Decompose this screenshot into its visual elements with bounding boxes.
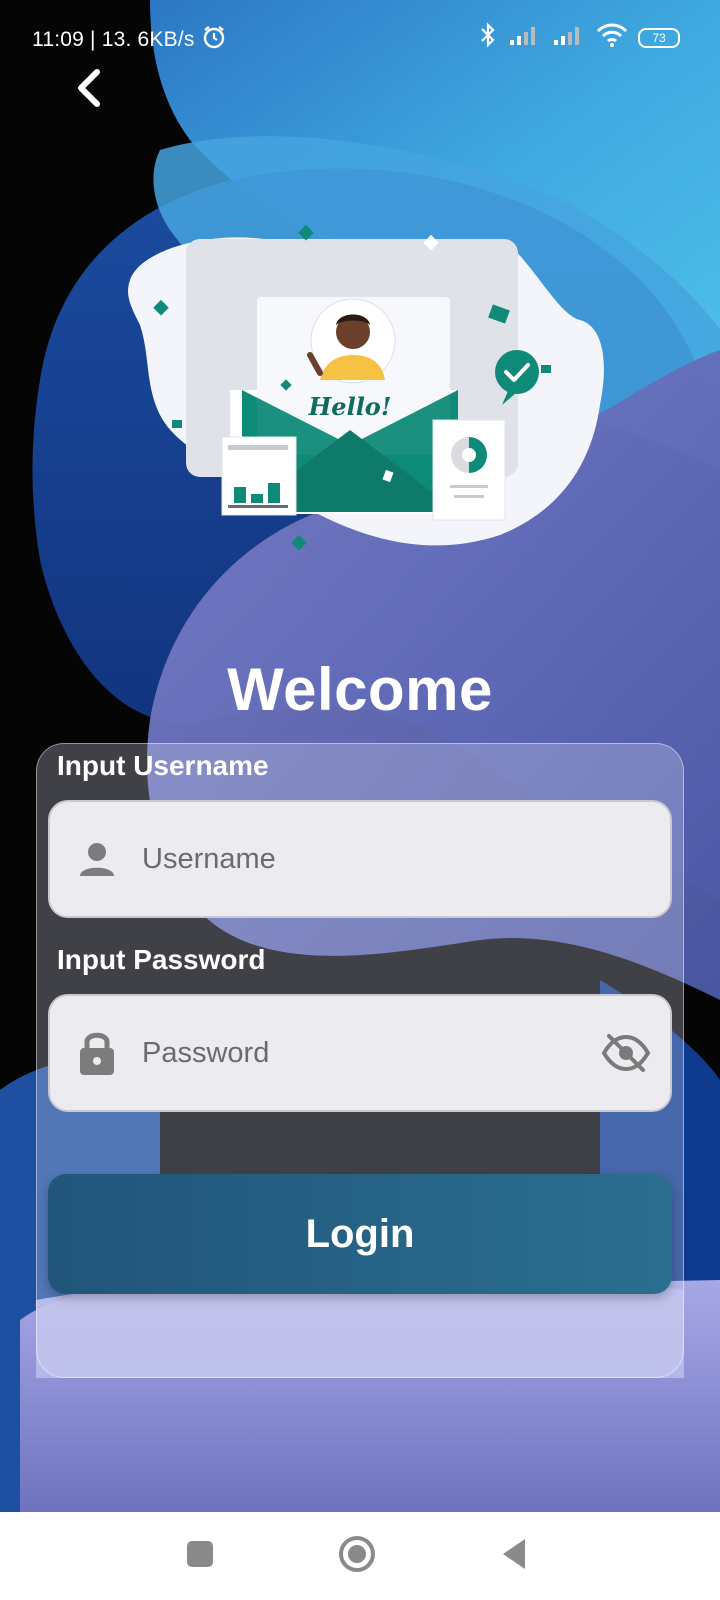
square-icon xyxy=(186,1540,214,1573)
username-input[interactable] xyxy=(140,841,670,877)
status-right: 73 xyxy=(478,22,680,53)
home-button[interactable] xyxy=(331,1530,383,1582)
nav-back-button[interactable] xyxy=(488,1530,540,1582)
password-input[interactable] xyxy=(140,1035,598,1071)
alarm-icon xyxy=(201,24,227,56)
chevron-left-icon xyxy=(73,68,103,113)
login-card: Input Username Input Password Login xyxy=(36,743,684,1378)
person-icon xyxy=(74,836,120,882)
wifi-icon xyxy=(596,23,628,52)
lock-icon xyxy=(74,1030,120,1076)
username-label: Input Username xyxy=(57,750,269,781)
login-button[interactable]: Login xyxy=(48,1174,672,1294)
bluetooth-icon xyxy=(478,22,498,53)
page-title: Welcome xyxy=(227,656,493,723)
username-field[interactable] xyxy=(48,800,672,918)
hello-illustration: Hello! xyxy=(120,215,620,565)
navigation-bar xyxy=(0,1512,720,1600)
hello-text: Hello! xyxy=(308,392,392,421)
status-left: 11:09 | 13. 6KB/s xyxy=(32,24,227,56)
back-button[interactable] xyxy=(66,66,110,114)
password-label: Input Password xyxy=(57,944,266,975)
recents-button[interactable] xyxy=(174,1530,226,1582)
triangle-back-icon xyxy=(499,1537,529,1576)
password-field[interactable] xyxy=(48,994,672,1112)
signal-icon-2 xyxy=(552,24,586,51)
circle-icon xyxy=(337,1534,377,1579)
battery-indicator: 73 xyxy=(638,27,680,48)
eye-off-icon[interactable] xyxy=(598,1025,654,1081)
signal-icon xyxy=(508,24,542,51)
status-time-speed: 11:09 | 13. 6KB/s xyxy=(32,28,195,51)
status-bar: 11:09 | 13. 6KB/s 73 xyxy=(0,0,720,62)
